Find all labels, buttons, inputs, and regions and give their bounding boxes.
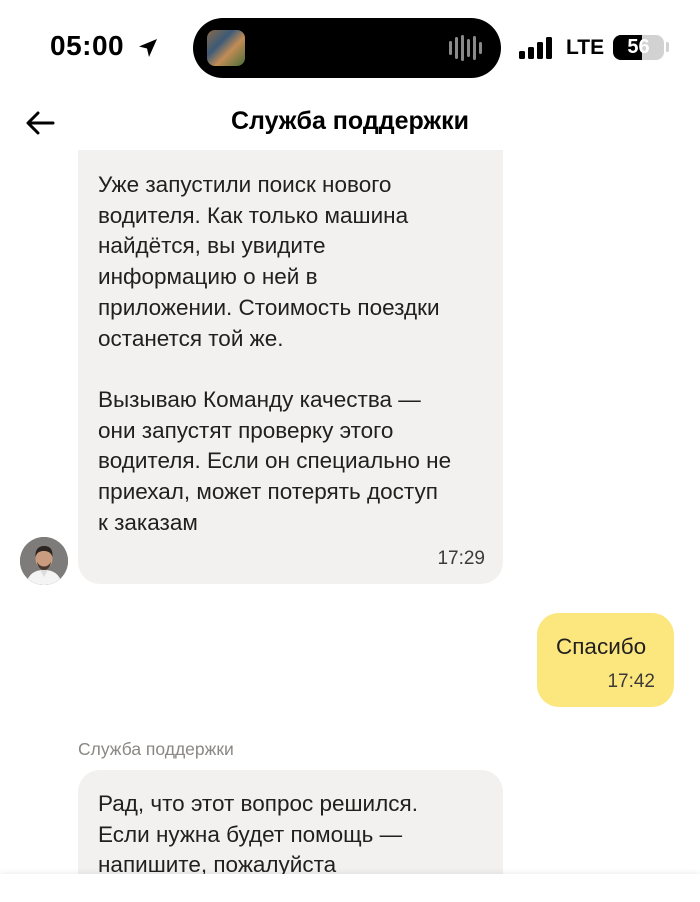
dynamic-island[interactable] [193,18,501,78]
message-text: Спасибо [556,634,647,659]
battery-percent: 56 [627,36,650,58]
message-text: Уже запустили поиск нового водителя. Как… [98,172,452,535]
bottom-input-bar [0,874,700,902]
incoming-message-bubble[interactable]: Уже запустили поиск нового водителя. Как… [78,150,503,584]
message-text: Рад, что этот вопрос решился. Если нужна… [98,791,418,878]
battery-icon: 56 [613,35,664,60]
message-time: 17:42 [607,671,655,692]
status-bar: 05:00 LTE 56 [0,0,700,95]
support-agent-avatar[interactable] [20,537,68,585]
page-title: Служба поддержки [230,107,470,135]
audio-waveform-icon [449,34,483,62]
now-playing-thumbnail [207,30,245,66]
status-time: 05:00 [50,30,125,61]
cellular-signal-icon [519,37,553,59]
chat-header: Служба поддержки [0,95,700,155]
location-arrow-icon [139,39,157,57]
outgoing-message-bubble[interactable]: Спасибо 17:42 [537,613,674,707]
avatar-image [20,537,68,585]
battery-cap [666,42,669,52]
network-type: LTE [566,36,605,59]
message-sender-name: Служба поддержки [78,739,234,759]
message-time: 17:29 [437,548,485,569]
